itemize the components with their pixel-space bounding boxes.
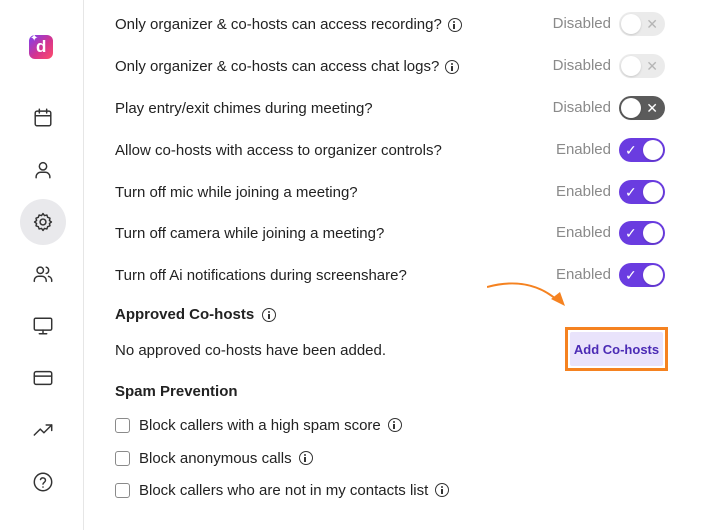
info-icon[interactable]	[387, 418, 402, 432]
status-text: Enabled	[555, 224, 611, 241]
approved-cohosts-title: Approved Co-hosts	[115, 306, 255, 323]
settings-panel: Only organizer & co-hosts can access rec…	[115, 0, 706, 530]
nav-help[interactable]	[20, 459, 66, 505]
check-icon: ✓	[625, 142, 637, 158]
nav-settings[interactable]	[20, 199, 66, 245]
toggle-knob	[621, 14, 641, 34]
checkbox-label: Block callers with a high spam score	[139, 416, 381, 434]
setting-row-mic-off: Turn off mic while joining a meeting? En…	[115, 178, 667, 208]
toggle-switch[interactable]: ✓	[619, 180, 665, 204]
sidebar: ✦ d	[0, 0, 84, 530]
status-text: Enabled	[555, 183, 611, 200]
toggle-switch[interactable]: ✕	[619, 12, 665, 36]
checkbox[interactable]	[115, 450, 130, 466]
checkbox[interactable]	[115, 417, 130, 433]
setting-row-recording: Only organizer & co-hosts can access rec…	[115, 10, 667, 40]
spam-prevention-heading: Spam Prevention	[115, 383, 238, 400]
spam-option-high-score[interactable]: Block callers with a high spam score	[115, 414, 402, 436]
setting-label: Turn off camera while joining a meeting?	[115, 225, 384, 242]
toggle-switch[interactable]: ✓	[619, 221, 665, 245]
no-cohosts-message: No approved co-hosts have been added.	[115, 342, 387, 359]
setting-row-chat-logs: Only organizer & co-hosts can access cha…	[115, 52, 667, 82]
setting-label-text: Turn off mic while joining a meeting?	[115, 184, 358, 201]
nav-profile[interactable]	[20, 147, 66, 193]
setting-label-text: Only organizer & co-hosts can access rec…	[115, 16, 442, 33]
setting-label-text: Turn off Ai notifications during screens…	[115, 267, 407, 284]
toggle-knob	[643, 223, 663, 243]
setting-row-chimes: Play entry/exit chimes during meeting? D…	[115, 94, 667, 124]
info-icon[interactable]	[447, 17, 462, 32]
arrow-annotation-icon	[487, 282, 565, 306]
add-cohosts-button[interactable]: Add Co-hosts	[570, 332, 663, 366]
nav-billing[interactable]	[20, 355, 66, 401]
toggle-switch[interactable]: ✕	[619, 96, 665, 120]
spam-option-anonymous[interactable]: Block anonymous calls	[115, 447, 313, 469]
toggle-knob	[621, 56, 641, 76]
users-icon	[33, 266, 53, 283]
close-icon: ✕	[646, 16, 658, 32]
toggle-knob	[621, 98, 641, 118]
nav-analytics[interactable]	[20, 407, 66, 453]
nav-calendar[interactable]	[20, 95, 66, 141]
setting-label: Turn off Ai notifications during screens…	[115, 267, 407, 284]
info-icon[interactable]	[262, 307, 277, 322]
setting-label-text: Only organizer & co-hosts can access cha…	[115, 58, 440, 75]
toggle-switch[interactable]: ✓	[619, 263, 665, 287]
approved-cohosts-heading: Approved Co-hosts	[115, 306, 277, 323]
calendar-icon	[34, 108, 52, 127]
setting-row-camera-off: Turn off camera while joining a meeting?…	[115, 219, 667, 249]
credit-card-icon	[33, 370, 53, 386]
app-logo[interactable]: ✦ d	[29, 34, 53, 59]
nav-rooms[interactable]	[20, 303, 66, 349]
spam-prevention-title: Spam Prevention	[115, 383, 238, 400]
toggle-switch[interactable]: ✕	[619, 54, 665, 78]
info-icon[interactable]	[445, 59, 460, 74]
help-circle-icon	[33, 472, 53, 492]
setting-label-text: Allow co-hosts with access to organizer …	[115, 142, 442, 159]
user-icon	[35, 161, 51, 179]
spam-option-not-in-contacts[interactable]: Block callers who are not in my contacts…	[115, 479, 450, 501]
trending-up-icon	[33, 424, 53, 436]
close-icon: ✕	[646, 58, 658, 74]
gear-icon	[33, 212, 53, 232]
logo-letter: d	[36, 37, 47, 56]
toggle-switch[interactable]: ✓	[619, 138, 665, 162]
setting-label-text: Play entry/exit chimes during meeting?	[115, 100, 373, 117]
add-cohosts-highlight: Add Co-hosts	[565, 327, 668, 371]
info-icon[interactable]	[298, 451, 313, 465]
check-icon: ✓	[625, 267, 637, 283]
setting-label: Only organizer & co-hosts can access cha…	[115, 58, 460, 75]
setting-label-text: Turn off camera while joining a meeting?	[115, 225, 385, 242]
status-text: Disabled	[552, 99, 611, 116]
check-icon: ✓	[625, 225, 637, 241]
setting-label: Only organizer & co-hosts can access rec…	[115, 16, 462, 33]
monitor-icon	[33, 317, 53, 335]
checkbox-label: Block anonymous calls	[139, 449, 292, 467]
toggle-knob	[643, 140, 663, 160]
setting-label: Allow co-hosts with access to organizer …	[115, 142, 442, 159]
toggle-knob	[643, 182, 663, 202]
check-icon: ✓	[625, 184, 637, 200]
close-icon: ✕	[646, 100, 658, 116]
status-text: Disabled	[552, 15, 611, 32]
nav-contacts[interactable]	[20, 251, 66, 297]
status-text: Enabled	[555, 141, 611, 158]
info-icon[interactable]	[435, 483, 450, 497]
checkbox[interactable]	[115, 482, 130, 498]
setting-label: Turn off mic while joining a meeting?	[115, 184, 358, 201]
setting-row-ai-notifications: Turn off Ai notifications during screens…	[115, 261, 667, 291]
checkbox-label: Block callers who are not in my contacts…	[139, 481, 429, 499]
setting-label: Play entry/exit chimes during meeting?	[115, 100, 373, 117]
setting-row-cohost-controls: Allow co-hosts with access to organizer …	[115, 136, 667, 166]
status-text: Disabled	[552, 57, 611, 74]
toggle-knob	[643, 265, 663, 285]
